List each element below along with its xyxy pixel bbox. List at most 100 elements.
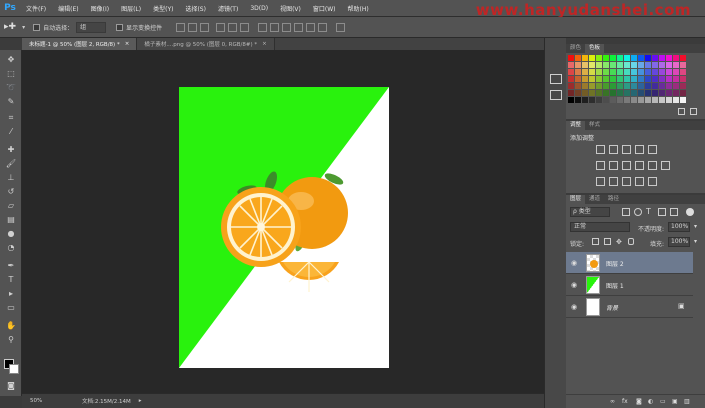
align-right-icon[interactable]	[240, 22, 250, 32]
color-swatch[interactable]	[589, 76, 595, 82]
color-swatch[interactable]	[582, 97, 588, 103]
color-swatch[interactable]	[652, 69, 658, 75]
menu-image[interactable]: 图像(I)	[85, 4, 115, 13]
color-swatch[interactable]	[575, 69, 581, 75]
color-swatch[interactable]	[596, 69, 602, 75]
color-swatch[interactable]	[610, 83, 616, 89]
color-swatch[interactable]	[645, 76, 651, 82]
color-swatch[interactable]	[659, 97, 665, 103]
color-swatch[interactable]	[680, 55, 686, 61]
color-swatch[interactable]	[659, 55, 665, 61]
color-swatch[interactable]	[666, 90, 672, 96]
color-swatch[interactable]	[638, 69, 644, 75]
color-swatch[interactable]	[617, 90, 623, 96]
color-swatch[interactable]	[659, 83, 665, 89]
color-swatch[interactable]	[666, 83, 672, 89]
color-swatch[interactable]	[645, 97, 651, 103]
tab-swatches[interactable]: 色板	[585, 44, 605, 53]
color-swatch[interactable]	[659, 69, 665, 75]
color-swatch[interactable]	[652, 97, 658, 103]
color-swatch[interactable]	[631, 90, 637, 96]
color-swatch[interactable]	[603, 83, 609, 89]
color-swatch[interactable]	[589, 90, 595, 96]
posterize-icon[interactable]	[609, 177, 618, 186]
photo-filter-icon[interactable]	[635, 161, 644, 170]
marquee-tool-icon[interactable]: ⬚	[5, 68, 17, 80]
tab-orange-material[interactable]: 橘子素材....png @ 50% (图层 0, RGB/8#) * ×	[137, 38, 275, 50]
color-swatch[interactable]	[617, 55, 623, 61]
color-swatch[interactable]	[596, 62, 602, 68]
color-swatch[interactable]	[666, 55, 672, 61]
shape-tool-icon[interactable]: ▭	[5, 302, 17, 314]
distribute-vcenter-icon[interactable]	[270, 22, 280, 32]
color-swatch[interactable]	[568, 97, 574, 103]
clone-stamp-tool-icon[interactable]: ⊥	[5, 172, 17, 184]
auto-select-dropdown[interactable]: 组	[76, 21, 107, 33]
color-swatch[interactable]	[631, 55, 637, 61]
delete-swatch-icon[interactable]	[690, 108, 697, 115]
menu-select[interactable]: 选择(S)	[179, 4, 212, 13]
new-layer-icon[interactable]: ▣	[672, 398, 678, 405]
filter-smart-icon[interactable]	[670, 208, 678, 216]
color-swatch[interactable]	[624, 69, 630, 75]
blend-mode-dropdown[interactable]: 正常	[570, 222, 630, 232]
color-swatch[interactable]	[596, 83, 602, 89]
color-swatch[interactable]	[624, 62, 630, 68]
color-swatch[interactable]	[596, 76, 602, 82]
color-swatch[interactable]	[596, 55, 602, 61]
curves-icon[interactable]	[622, 145, 631, 154]
color-swatch[interactable]	[680, 76, 686, 82]
zoom-tool-icon[interactable]: ⚲	[5, 334, 17, 346]
color-swatch[interactable]	[631, 62, 637, 68]
color-swatch[interactable]	[589, 55, 595, 61]
color-swatch[interactable]	[610, 90, 616, 96]
menu-type[interactable]: 类型(Y)	[147, 4, 179, 13]
properties-panel-icon[interactable]	[550, 90, 562, 100]
color-swatch[interactable]	[589, 83, 595, 89]
color-swatch[interactable]	[582, 90, 588, 96]
gradient-tool-icon[interactable]: ▤	[5, 214, 17, 226]
color-swatch[interactable]	[610, 62, 616, 68]
menu-view[interactable]: 视图(V)	[274, 4, 307, 13]
tab-color[interactable]: 颜色	[566, 44, 585, 53]
tab-paths[interactable]: 路径	[604, 195, 623, 204]
lock-pixels-icon[interactable]	[604, 238, 611, 245]
color-swatch[interactable]	[624, 76, 630, 82]
invert-icon[interactable]	[596, 177, 605, 186]
status-menu-arrow-icon[interactable]: ▸	[139, 398, 142, 404]
color-swatch[interactable]	[575, 76, 581, 82]
background-color-swatch[interactable]	[9, 364, 19, 374]
color-swatch[interactable]	[575, 83, 581, 89]
color-swatch[interactable]	[603, 55, 609, 61]
delete-layer-icon[interactable]: ▥	[684, 398, 690, 405]
distribute-left-icon[interactable]	[294, 22, 304, 32]
distribute-hcenter-icon[interactable]	[306, 22, 316, 32]
color-swatch[interactable]	[603, 90, 609, 96]
color-swatch[interactable]	[610, 76, 616, 82]
color-swatch[interactable]	[680, 62, 686, 68]
color-swatch[interactable]	[673, 55, 679, 61]
hand-tool-icon[interactable]: ✋	[5, 320, 17, 332]
color-swatch[interactable]	[645, 69, 651, 75]
color-swatch[interactable]	[652, 55, 658, 61]
color-swatch[interactable]	[617, 76, 623, 82]
color-swatch[interactable]	[631, 83, 637, 89]
history-panel-icon[interactable]	[550, 74, 562, 84]
lasso-tool-icon[interactable]: ➰	[5, 82, 17, 94]
color-swatch[interactable]	[603, 97, 609, 103]
eyedropper-tool-icon[interactable]: ⁄	[5, 126, 17, 138]
color-swatch[interactable]	[568, 90, 574, 96]
channel-mixer-icon[interactable]	[648, 161, 657, 170]
menu-help[interactable]: 帮助(H)	[342, 4, 375, 13]
document-canvas[interactable]	[179, 87, 389, 368]
color-swatch[interactable]	[645, 90, 651, 96]
lock-all-icon[interactable]	[628, 238, 634, 245]
layer-row-layer-2[interactable]: ◉ 图层 2	[566, 252, 693, 274]
distribute-right-icon[interactable]	[318, 22, 328, 32]
color-swatch[interactable]	[631, 97, 637, 103]
menu-filter[interactable]: 滤镜(T)	[212, 4, 244, 13]
auto-align-icon[interactable]	[336, 22, 346, 32]
color-swatch[interactable]	[659, 90, 665, 96]
color-swatch[interactable]	[582, 83, 588, 89]
color-swatch[interactable]	[652, 76, 658, 82]
